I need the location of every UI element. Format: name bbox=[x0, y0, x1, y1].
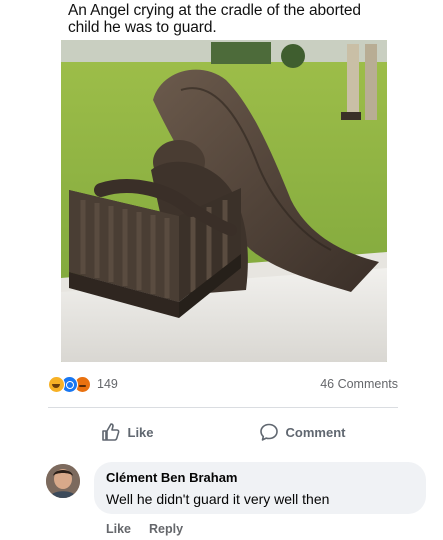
like-label: Like bbox=[127, 424, 154, 440]
post-caption: An Angel crying at the cradle of the abo… bbox=[68, 2, 361, 36]
comments-count-link[interactable]: 46 Comments bbox=[320, 377, 398, 391]
comment-reply-button[interactable]: Reply bbox=[149, 522, 183, 536]
reaction-count: 149 bbox=[97, 377, 118, 391]
post-photo[interactable] bbox=[61, 40, 387, 362]
comment-actions: Like Reply bbox=[106, 522, 183, 536]
divider bbox=[48, 407, 398, 408]
comment-label: Comment bbox=[285, 424, 346, 440]
user-avatar-icon bbox=[46, 464, 80, 498]
like-button[interactable]: Like bbox=[101, 422, 154, 442]
haha-reaction-icon bbox=[48, 375, 65, 393]
post-actions-bar: Like Comment bbox=[48, 418, 398, 446]
avatar[interactable] bbox=[46, 464, 80, 498]
reactions-summary[interactable]: 149 bbox=[48, 375, 118, 393]
angel-statue-image bbox=[61, 40, 387, 362]
comment-text: Well he didn't guard it very well then bbox=[106, 491, 330, 507]
comment-like-button[interactable]: Like bbox=[106, 522, 131, 536]
comment-author[interactable]: Clément Ben Braham bbox=[106, 470, 414, 486]
comment-bubble: Clément Ben Braham Well he didn't guard … bbox=[94, 462, 426, 514]
comment: Clément Ben Braham Well he didn't guard … bbox=[46, 462, 426, 522]
post-stats-row: 149 46 Comments bbox=[48, 374, 398, 394]
speech-bubble-icon bbox=[259, 423, 278, 441]
comment-button[interactable]: Comment bbox=[259, 422, 346, 442]
thumbs-up-icon bbox=[101, 423, 119, 441]
